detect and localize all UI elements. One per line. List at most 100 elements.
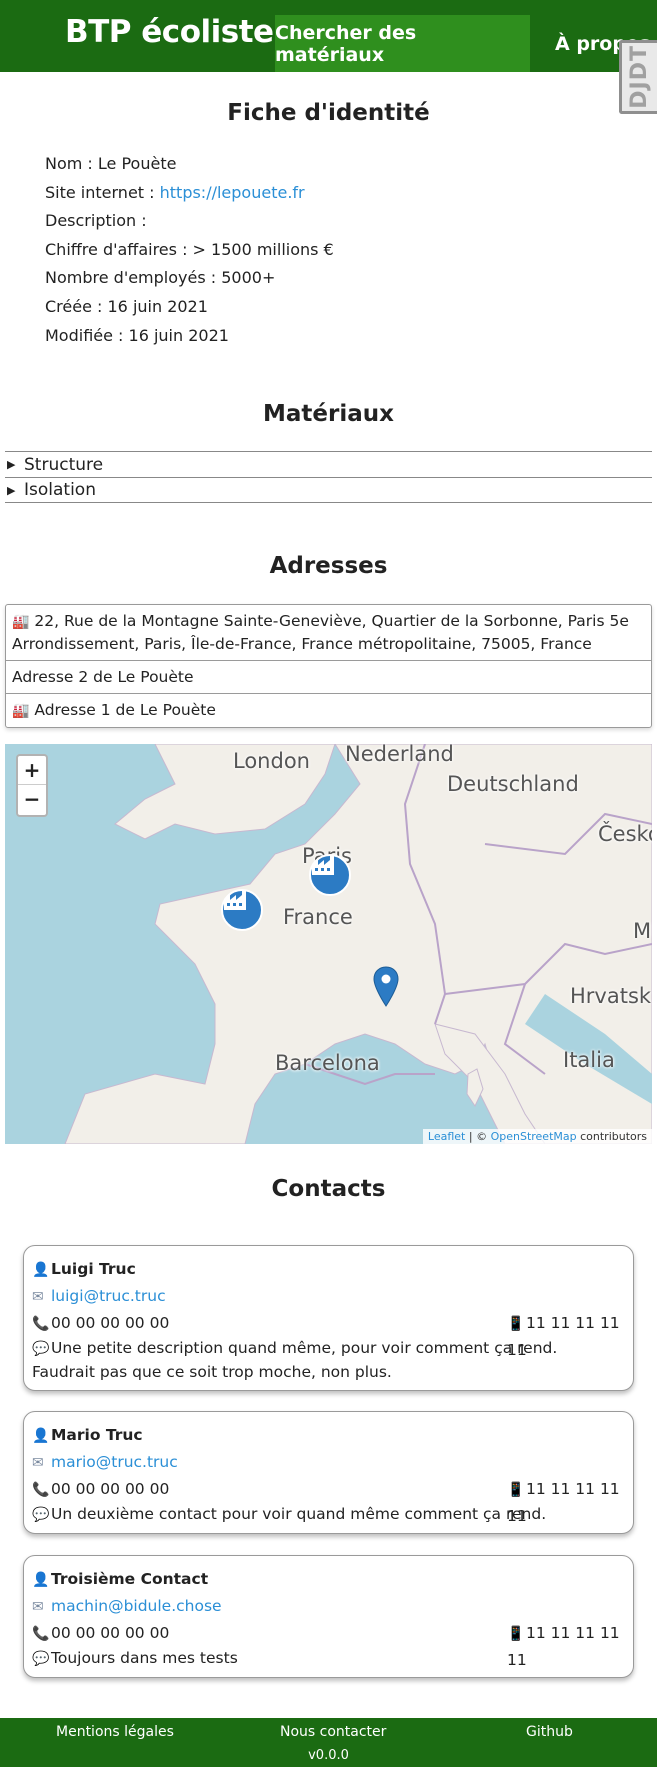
- zoom-in-button[interactable]: +: [18, 756, 46, 785]
- contact-email-link[interactable]: machin@bidule.chose: [51, 1597, 222, 1615]
- factory-icon: [224, 891, 246, 910]
- mail-icon: ✉: [32, 1289, 44, 1305]
- leaflet-link[interactable]: Leaflet: [428, 1130, 465, 1143]
- contact-description: Une petite description quand même, pour …: [32, 1339, 558, 1381]
- mail-icon: ✉: [32, 1599, 44, 1615]
- address-item[interactable]: 🏭 Adresse 1 de Le Pouète: [6, 694, 651, 727]
- contact-card: 👤 Luigi Truc ✉ luigi@truc.truc 📞 00 00 00 0…: [23, 1245, 634, 1391]
- contact-phone-row: 📞 00 00 00 00 00 📱 11 11 11 11 11: [32, 1620, 625, 1669]
- openstreetmap-link[interactable]: OpenStreetMap: [491, 1130, 577, 1143]
- user-icon: 👤: [32, 1428, 50, 1444]
- material-structure[interactable]: ▶ Structure: [5, 451, 652, 477]
- map-label-m: M: [633, 919, 652, 943]
- user-icon: 👤: [32, 1262, 50, 1278]
- disclosure-triangle-icon: ▶: [7, 458, 16, 471]
- factory-icon: [312, 856, 334, 875]
- map-label-deutschland: Deutschland: [447, 772, 579, 796]
- identity-description: Description :: [45, 211, 147, 231]
- site-footer: Mentions légales Nous contacter Github v…: [0, 1718, 657, 1767]
- contact-description-row: 💬 Toujours dans mes tests: [32, 1647, 625, 1671]
- factory-marker[interactable]: [221, 889, 263, 931]
- contact-name-row: 👤 Troisième Contact: [32, 1566, 625, 1593]
- speech-bubble-icon: 💬: [32, 1507, 50, 1523]
- identity-turnover: Chiffre d'affaires : > 1500 millions €: [45, 239, 334, 259]
- material-label: Structure: [24, 454, 104, 475]
- contact-card: 👤 Mario Truc ✉ mario@truc.truc 📞 00 00 00 0…: [23, 1411, 634, 1534]
- attribution-separator: | ©: [465, 1130, 491, 1143]
- address-item[interactable]: 🏭 22, Rue de la Montagne Sainte-Genevièv…: [6, 605, 651, 661]
- map-label-london: London: [233, 749, 310, 773]
- map-attribution: Leaflet | © OpenStreetMap contributors: [422, 1129, 652, 1144]
- contact-phone: 00 00 00 00 00: [51, 1480, 170, 1498]
- addresses-title: Adresses: [269, 553, 388, 579]
- company-name: Le Pouète: [97, 154, 177, 173]
- address-text: Adresse 2 de Le Pouète: [12, 668, 194, 686]
- contact-description-row: 💬 Un deuxième contact pour voir quand mêm…: [32, 1503, 625, 1527]
- speech-bubble-icon: 💬: [32, 1341, 50, 1357]
- site-header: BTP écoliste Chercher des matériaux À pr…: [0, 0, 657, 72]
- legal-notice-link[interactable]: Mentions légales: [56, 1724, 174, 1740]
- map-label-barcelona: Barcelona: [275, 1051, 380, 1075]
- contact-name-row: 👤 Mario Truc: [32, 1422, 625, 1449]
- contact-description: Un deuxième contact pour voir quand même…: [51, 1505, 547, 1523]
- address-map[interactable]: London Nederland Deutschland Česko Paris…: [5, 744, 652, 1144]
- github-link[interactable]: Github: [526, 1724, 573, 1740]
- material-label: Isolation: [24, 480, 96, 500]
- factory-icon: 🏭: [12, 703, 30, 719]
- factory-icon: 🏭: [12, 614, 30, 630]
- contact-name-row: 👤 Luigi Truc: [32, 1256, 625, 1283]
- map-label-italia: Italia: [563, 1048, 615, 1072]
- nav-search-materials[interactable]: Chercher des matériaux: [275, 15, 530, 72]
- mobile-phone-icon: 📱: [507, 1626, 525, 1642]
- contact-card: 👤 Troisième Contact ✉ machin@bidule.chose …: [23, 1555, 634, 1678]
- contact-name: Luigi Truc: [51, 1260, 136, 1278]
- contact-description: Toujours dans mes tests: [51, 1649, 238, 1667]
- brand-logo[interactable]: BTP écoliste: [65, 14, 274, 50]
- identity-modified: Modifiée : 16 juin 2021: [45, 325, 229, 345]
- address-item[interactable]: Adresse 2 de Le Pouète: [6, 661, 651, 694]
- identity-card: Nom : Le Pouète Site internet : https://…: [45, 152, 334, 352]
- identity-title: Fiche d'identité: [227, 100, 430, 126]
- phone-icon: 📞: [32, 1626, 50, 1642]
- factory-marker[interactable]: [309, 854, 351, 896]
- disclosure-triangle-icon: ▶: [7, 483, 16, 497]
- debug-toolbar-handle[interactable]: DJDT: [619, 40, 657, 114]
- location-pin-marker[interactable]: [373, 966, 399, 1008]
- addresses-list: 🏭 22, Rue de la Montagne Sainte-Genevièv…: [5, 604, 652, 728]
- map-background: [64, 744, 652, 1144]
- contact-email-link[interactable]: mario@truc.truc: [51, 1453, 178, 1471]
- contact-us-link[interactable]: Nous contacter: [280, 1724, 386, 1740]
- material-isolation[interactable]: ▶ Isolation: [5, 477, 652, 503]
- mobile-phone-icon: 📱: [507, 1482, 525, 1498]
- name-label: Nom :: [45, 154, 98, 173]
- contact-email-row: ✉ luigi@truc.truc: [32, 1283, 625, 1310]
- zoom-control: + −: [16, 754, 48, 817]
- zoom-out-button[interactable]: −: [18, 785, 46, 814]
- phone-icon: 📞: [32, 1316, 50, 1332]
- map-label-france: France: [283, 905, 353, 929]
- identity-site-row: Site internet : https://lepouete.fr: [45, 181, 334, 210]
- contact-name: Troisième Contact: [51, 1570, 209, 1588]
- contact-name: Mario Truc: [51, 1426, 143, 1444]
- contact-email-row: ✉ machin@bidule.chose: [32, 1593, 625, 1620]
- address-text: Adresse 1 de Le Pouète: [34, 701, 216, 719]
- materials-list: ▶ Structure ▶ Isolation: [5, 451, 652, 503]
- contacts-title: Contacts: [271, 1176, 386, 1202]
- map-label-cesko: Česko: [598, 822, 652, 846]
- identity-created: Créée : 16 juin 2021: [45, 296, 208, 316]
- user-icon: 👤: [32, 1572, 50, 1588]
- contact-phone-row: 📞 00 00 00 00 00 📱 11 11 11 11 11: [32, 1310, 625, 1359]
- company-website-link[interactable]: https://lepouete.fr: [160, 183, 305, 202]
- app-version: v0.0.0: [308, 1748, 349, 1763]
- contact-phone: 00 00 00 00 00: [51, 1624, 170, 1642]
- address-text: 22, Rue de la Montagne Sainte-Geneviève,…: [12, 612, 629, 653]
- phone-icon: 📞: [32, 1482, 50, 1498]
- contact-email-link[interactable]: luigi@truc.truc: [51, 1287, 166, 1305]
- contact-email-row: ✉ mario@truc.truc: [32, 1449, 625, 1476]
- contact-phone-row: 📞 00 00 00 00 00 📱 11 11 11 11 11: [32, 1476, 625, 1525]
- map-label-hrvatska: Hrvatsk: [570, 984, 652, 1008]
- mobile-phone-icon: 📱: [507, 1316, 525, 1332]
- materials-title: Matériaux: [263, 401, 394, 427]
- mail-icon: ✉: [32, 1455, 44, 1471]
- contact-phone: 00 00 00 00 00: [51, 1314, 170, 1332]
